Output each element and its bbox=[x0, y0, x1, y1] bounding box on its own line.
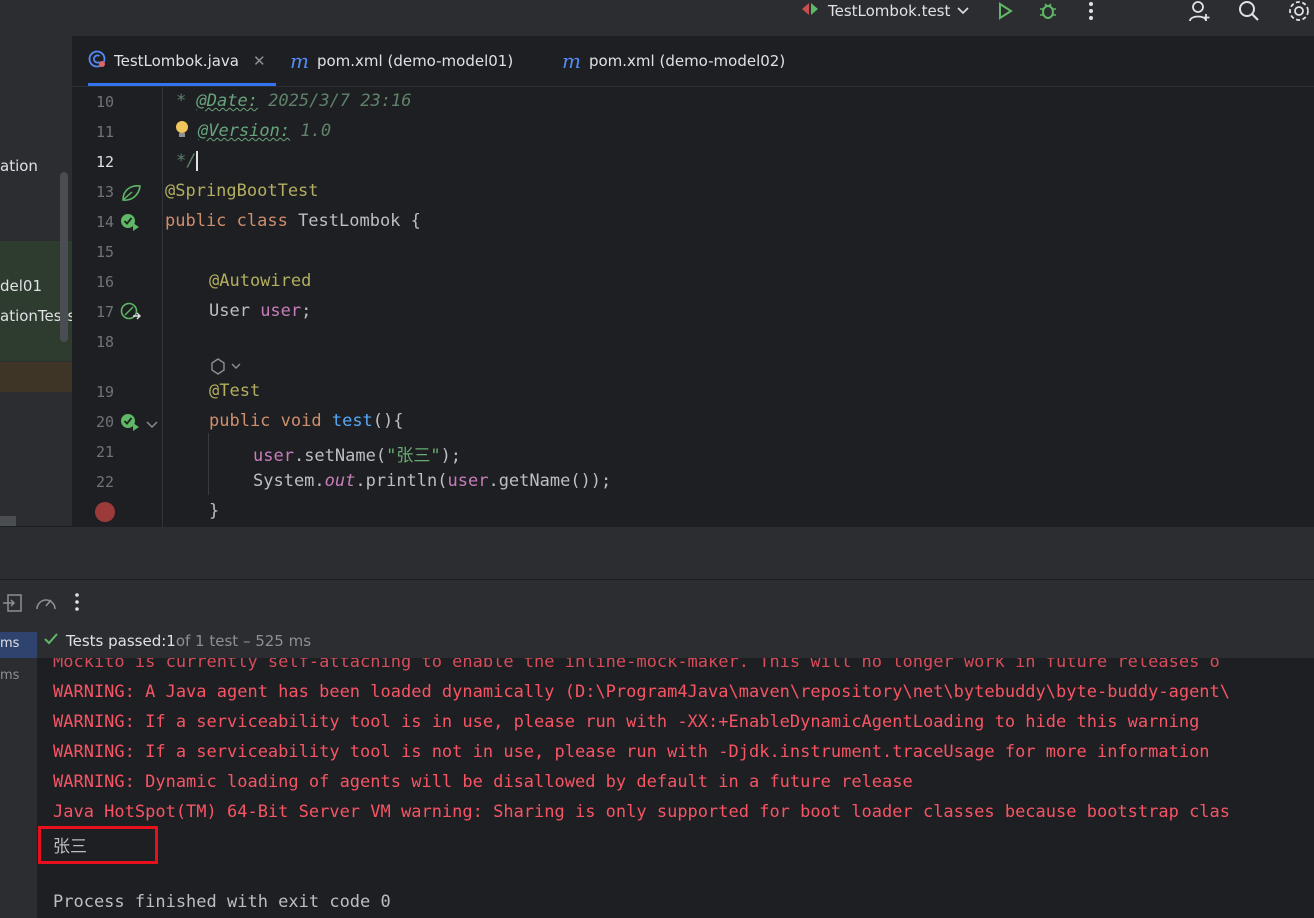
status-count: 1 bbox=[166, 632, 176, 650]
code-line-12: */ bbox=[176, 151, 199, 171]
line-number: 10 bbox=[95, 93, 114, 111]
run-tool-window-header bbox=[0, 579, 1314, 625]
run-configuration-selector[interactable]: TestLombok.test bbox=[800, 0, 970, 22]
code-line-23: } bbox=[209, 501, 220, 521]
run-config-label: TestLombok.test bbox=[828, 2, 951, 20]
status-detail: of 1 test – 525 ms bbox=[175, 632, 312, 650]
line-number: 12 bbox=[95, 153, 114, 171]
run-test-class-icon[interactable] bbox=[120, 212, 142, 236]
test-duration[interactable]: ms bbox=[0, 636, 19, 651]
indent-guide bbox=[162, 87, 163, 527]
text-cursor bbox=[196, 151, 199, 171]
lightbulb-icon[interactable] bbox=[175, 120, 189, 144]
editor-gutter: 10 11 12 13 14 15 16 17 18 19 20 21 22 bbox=[72, 87, 162, 527]
java-class-icon bbox=[88, 50, 106, 72]
run-test-method-icon[interactable] bbox=[120, 412, 142, 436]
test-duration[interactable]: ms bbox=[0, 668, 19, 683]
code-line-10: * @Date: 2025/3/7 23:16 bbox=[176, 91, 412, 111]
search-icon[interactable] bbox=[1236, 0, 1262, 22]
chevron-down-icon bbox=[956, 2, 970, 20]
main-toolbar: TestLombok.test bbox=[0, 0, 1314, 36]
ai-inlay-icon[interactable] bbox=[209, 357, 243, 379]
coverage-gauge-icon[interactable] bbox=[34, 592, 58, 618]
project-tree-item[interactable]: del01 bbox=[0, 277, 42, 295]
spring-bean-icon[interactable] bbox=[120, 183, 142, 207]
project-tree-item[interactable]: ation bbox=[0, 157, 38, 175]
tab-label: pom.xml (demo-model01) bbox=[316, 52, 514, 70]
line-number: 13 bbox=[95, 183, 114, 201]
tab-label: pom.xml (demo-model02) bbox=[588, 52, 786, 70]
console-line: Mockito is currently self-attaching to e… bbox=[53, 658, 1220, 672]
run-icon[interactable] bbox=[992, 0, 1018, 22]
code-line-17: User user; bbox=[209, 301, 312, 321]
more-icon[interactable] bbox=[1078, 0, 1104, 22]
code-editor[interactable]: * @Date: 2025/3/7 23:16 @Version: 1.0 */… bbox=[162, 87, 1314, 527]
project-panel: ation del01 ationTests bbox=[0, 36, 72, 526]
tab-pom-demo-model01[interactable]: m pom.xml (demo-model01) bbox=[290, 36, 513, 86]
line-number: 18 bbox=[95, 333, 114, 351]
maven-icon: m bbox=[562, 49, 581, 73]
fold-chevron-icon[interactable] bbox=[146, 415, 158, 434]
debug-icon[interactable] bbox=[1035, 0, 1061, 22]
line-number: 19 bbox=[95, 383, 114, 401]
run-config-icon bbox=[800, 0, 822, 22]
test-tree-panel: ms ms bbox=[0, 624, 37, 918]
line-number: 20 bbox=[95, 413, 114, 431]
code-line-13: @SpringBootTest bbox=[165, 181, 319, 201]
line-number: 17 bbox=[95, 303, 114, 321]
panel-splitter[interactable] bbox=[0, 527, 1314, 579]
navigate-autowired-icon[interactable] bbox=[120, 302, 142, 326]
check-icon bbox=[43, 632, 59, 650]
code-line-16: @Autowired bbox=[209, 271, 312, 291]
project-tree-highlight bbox=[0, 362, 72, 392]
line-number: 11 bbox=[95, 123, 114, 141]
code-line-20: public void test(){ bbox=[209, 411, 404, 431]
close-icon[interactable]: ✕ bbox=[253, 52, 266, 70]
status-label: Tests passed: bbox=[66, 632, 167, 650]
code-line-11: @Version: 1.0 bbox=[198, 121, 332, 141]
tab-pom-demo-model02[interactable]: m pom.xml (demo-model02) bbox=[562, 36, 785, 86]
code-line-21: user.setName("张三"); bbox=[253, 446, 462, 466]
code-line-14: public class TestLombok { bbox=[165, 211, 421, 231]
line-number: 21 bbox=[95, 443, 114, 461]
project-scrollbar[interactable] bbox=[60, 172, 68, 342]
line-number: 22 bbox=[95, 473, 114, 491]
editor-tab-bar: TestLombok.java ✕ m pom.xml (demo-model0… bbox=[72, 36, 1314, 87]
indent-guide bbox=[208, 433, 209, 495]
console-output[interactable]: Mockito is currently self-attaching to e… bbox=[37, 658, 1314, 918]
more-options-icon[interactable] bbox=[74, 592, 80, 616]
code-line-19: @Test bbox=[209, 381, 261, 401]
console-line: WARNING: Dynamic loading of agents will … bbox=[53, 772, 913, 792]
settings-icon[interactable] bbox=[1286, 0, 1312, 22]
console-line: WARNING: A Java agent has been loaded dy… bbox=[53, 682, 1231, 702]
console-line: WARNING: If a serviceability tool is in … bbox=[53, 712, 1200, 732]
maven-icon: m bbox=[290, 49, 309, 73]
line-number: 16 bbox=[95, 273, 114, 291]
code-line-22: System.out.println(user.getName()); bbox=[253, 471, 612, 491]
console-line: Java HotSpot(TM) 64-Bit Server VM warnin… bbox=[53, 802, 1231, 822]
export-icon[interactable] bbox=[2, 592, 24, 618]
tab-testlombok-java[interactable]: TestLombok.java ✕ bbox=[88, 36, 276, 86]
project-h-scrollbar[interactable] bbox=[0, 516, 16, 526]
console-line: WARNING: If a serviceability tool is not… bbox=[53, 742, 1210, 762]
add-user-icon[interactable] bbox=[1187, 0, 1213, 22]
test-status-bar: Tests passed: 1 of 1 test – 525 ms bbox=[37, 624, 1314, 658]
breakpoint-icon[interactable] bbox=[95, 502, 115, 522]
line-number: 15 bbox=[95, 243, 114, 261]
console-exit-message: Process finished with exit code 0 bbox=[53, 892, 391, 912]
tab-label: TestLombok.java bbox=[114, 52, 240, 70]
annotation-highlight-box bbox=[38, 826, 158, 864]
line-number: 14 bbox=[95, 213, 114, 231]
